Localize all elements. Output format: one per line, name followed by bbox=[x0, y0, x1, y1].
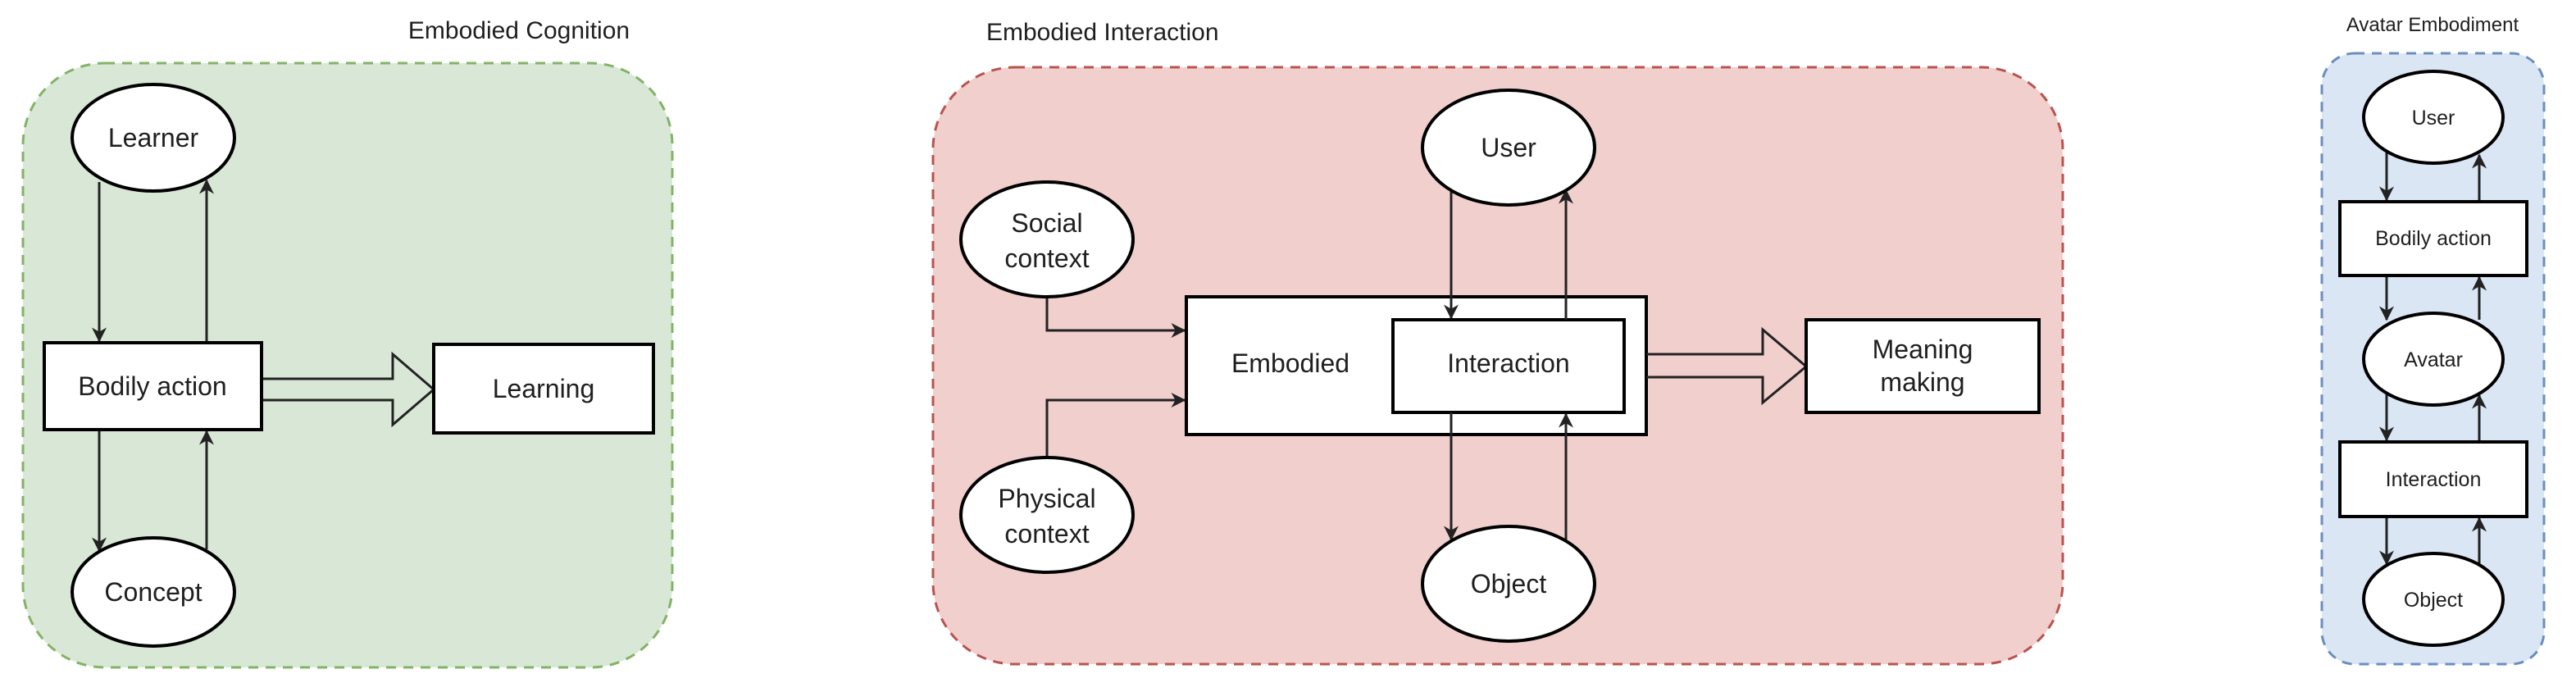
panel-title: Embodied Interaction bbox=[986, 19, 1219, 46]
node-label: Object bbox=[1471, 569, 1547, 599]
panel-embodied-interaction: Embodied Interaction Embodied Interactio… bbox=[931, 19, 2064, 666]
node-learning[interactable]: Learning bbox=[432, 343, 655, 435]
node-object[interactable]: Object bbox=[1421, 525, 1596, 643]
node-label: User bbox=[2412, 107, 2455, 130]
node-label: Avatar bbox=[2404, 348, 2463, 371]
node-object[interactable]: Object bbox=[2362, 552, 2505, 647]
diagram-canvas: Embodied Cognition Learner Bodily action… bbox=[21, 14, 2546, 669]
node-label: Concept bbox=[104, 577, 202, 607]
node-user[interactable]: User bbox=[1421, 89, 1596, 207]
node-label: Learning bbox=[493, 374, 595, 403]
panel-embodied-cognition: Embodied Cognition Learner Bodily action… bbox=[21, 17, 674, 669]
node-label: Learner bbox=[108, 123, 199, 153]
node-label-line1: Meaning bbox=[1873, 335, 1973, 364]
panel-title: Embodied Cognition bbox=[408, 17, 630, 44]
node-label: Interaction bbox=[2386, 468, 2482, 491]
node-label: Bodily action bbox=[2375, 227, 2492, 250]
node-label: User bbox=[1481, 133, 1536, 162]
node-label-line2: context bbox=[1004, 519, 1089, 549]
node-bodily-action[interactable]: Bodily action bbox=[43, 341, 263, 431]
node-social-context[interactable]: Social context bbox=[959, 180, 1135, 298]
node-bodily-action[interactable]: Bodily action bbox=[2338, 200, 2528, 277]
node-label: Embodied bbox=[1231, 348, 1349, 378]
node-label-line2: making bbox=[1880, 367, 1964, 397]
node-user[interactable]: User bbox=[2362, 70, 2505, 165]
panel-avatar-embodiment: Avatar Embodiment User Bodily action Ava… bbox=[2320, 14, 2546, 666]
node-physical-context[interactable]: Physical context bbox=[959, 456, 1135, 574]
node-label-line2: context bbox=[1004, 244, 1089, 273]
node-concept[interactable]: Concept bbox=[71, 536, 236, 648]
node-label: Interaction bbox=[1447, 348, 1569, 378]
node-avatar[interactable]: Avatar bbox=[2362, 312, 2505, 407]
node-label: Object bbox=[2404, 589, 2463, 612]
node-meaning-making[interactable]: Meaning making bbox=[1805, 318, 2041, 414]
panel-title: Avatar Embodiment bbox=[2346, 14, 2519, 36]
node-interaction[interactable]: Interaction bbox=[1391, 318, 1626, 414]
node-label-line1: Social bbox=[1011, 208, 1082, 238]
node-learner[interactable]: Learner bbox=[71, 83, 236, 193]
node-label: Bodily action bbox=[78, 371, 226, 401]
node-label-line1: Physical bbox=[998, 484, 1095, 513]
node-interaction[interactable]: Interaction bbox=[2338, 440, 2528, 518]
